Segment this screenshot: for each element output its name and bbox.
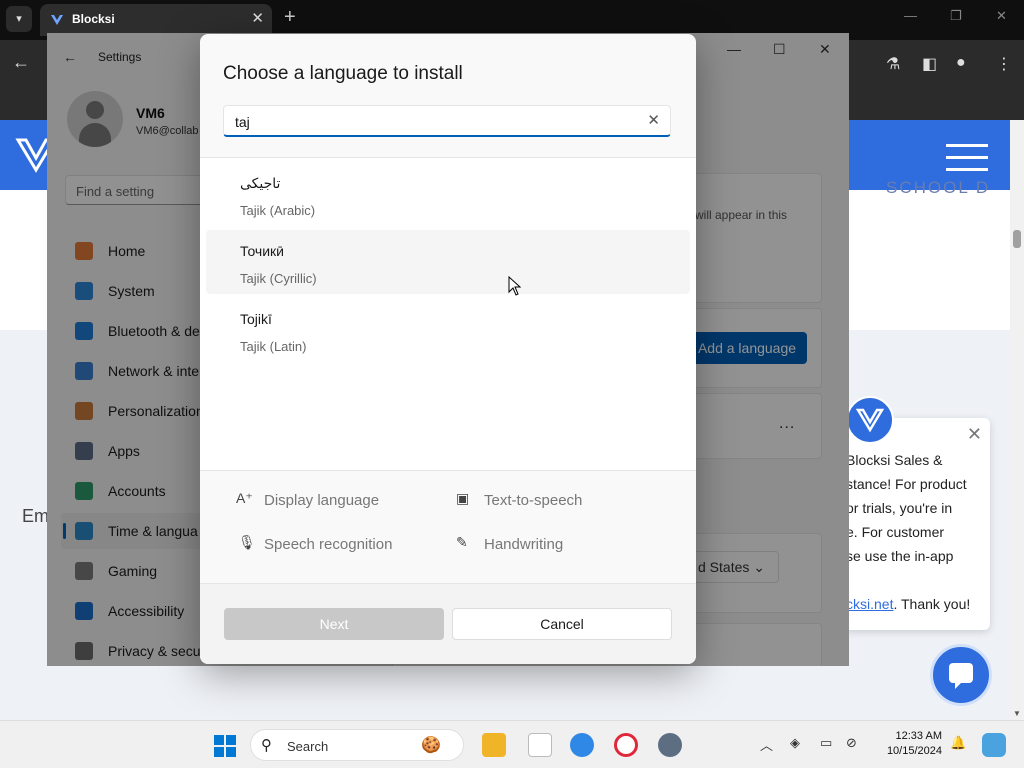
profile-icon[interactable]: ● (956, 54, 966, 72)
language-search-box[interactable]: ✕ (223, 105, 671, 137)
language-search-input[interactable] (235, 112, 635, 132)
scrollbar-thumb[interactable] (1013, 230, 1021, 248)
labs-flask-icon[interactable]: ⚗ (886, 54, 900, 74)
settings-gear-icon[interactable] (658, 733, 682, 757)
microphone-icon: 🎙 (238, 534, 256, 550)
network-off-icon[interactable]: ⊘ (846, 735, 857, 751)
notifications-bell-icon[interactable]: 🔔 (950, 735, 966, 751)
copilot-icon[interactable] (982, 733, 1006, 757)
language-english-name: Tajik (Arabic) (240, 203, 316, 218)
taskbar-clock[interactable]: 12:33 AM 10/15/2024 (874, 729, 942, 759)
language-option-tajik-cyrillic[interactable]: Точикӣ Tajik (Cyrillic) (206, 230, 690, 294)
clock-date: 10/15/2024 (886, 745, 942, 757)
language-native-name: Точикӣ (240, 243, 284, 259)
tab-title: Blocksi (72, 12, 115, 26)
chat-link[interactable]: cksi.net (846, 596, 893, 612)
language-option-tajik-latin[interactable]: Tojikī Tajik (Latin) (206, 298, 690, 362)
start-button[interactable] (214, 735, 236, 757)
browser-menu-icon[interactable]: ⋮ (996, 54, 1012, 74)
chat-avatar (846, 396, 894, 444)
mouse-cursor-icon (508, 276, 522, 296)
feature-display-language: Display language (264, 492, 380, 509)
page-scrollbar[interactable]: ▼ (1010, 120, 1024, 720)
vpn-icon[interactable]: ◈ (790, 735, 800, 751)
side-panel-icon[interactable]: ◧ (922, 54, 937, 74)
new-tab-button[interactable]: + (284, 6, 296, 29)
feature-text-to-speech: Text-to-speech (484, 492, 583, 509)
language-english-name: Tajik (Latin) (240, 339, 307, 354)
notepad-icon[interactable] (528, 733, 552, 757)
clear-search-icon[interactable]: ✕ (647, 111, 660, 129)
blocksi-favicon-icon (51, 15, 63, 25)
language-results-list: تاجیکی Tajik (Arabic) Точикӣ Tajik (Cyri… (200, 157, 696, 471)
opera-icon[interactable] (614, 733, 638, 757)
windows-taskbar: ⚲ Search 🍪 ︿ ◈ ▭ ⊘ 12:33 AM 10/15/2024 🔔 (0, 720, 1024, 768)
tab-close-icon[interactable]: ✕ (251, 9, 264, 27)
chat-launcher-button[interactable] (930, 644, 992, 706)
taskbar-search-label: Search (287, 739, 329, 754)
search-highlight-icon: 🍪 (421, 737, 441, 754)
feature-handwriting: Handwriting (484, 536, 564, 553)
display-language-icon: A⁺ (236, 490, 253, 506)
next-button[interactable]: Next (224, 608, 444, 640)
display-icon[interactable]: ▭ (820, 735, 832, 751)
chat-bubble-icon (949, 663, 973, 689)
page-em-text: Em (22, 506, 49, 526)
tab-search-button[interactable]: ▾ (6, 6, 32, 32)
cancel-button[interactable]: Cancel (452, 608, 672, 640)
browser-restore-icon[interactable]: ❐ (950, 8, 962, 24)
chat-avatar-logo-icon (855, 408, 885, 433)
browser-minimize-icon[interactable]: — (904, 8, 917, 23)
chat-message: Blocksi Sales & stance! For product or t… (846, 452, 971, 612)
chrome-icon[interactable] (570, 733, 594, 757)
dialog-title: Choose a language to install (223, 63, 463, 84)
language-native-name: Tojikī (240, 311, 272, 327)
browser-close-icon[interactable]: ✕ (996, 8, 1007, 24)
hamburger-menu-icon[interactable] (946, 144, 988, 171)
school-district-text: SCHOOL D (886, 178, 991, 197)
file-explorer-icon[interactable] (482, 733, 506, 757)
scroll-down-icon[interactable]: ▼ (1013, 709, 1021, 718)
browser-tab-blocksi[interactable]: Blocksi ✕ (40, 4, 272, 36)
chat-close-icon[interactable]: ✕ (967, 424, 982, 445)
search-icon: ⚲ (261, 737, 272, 754)
browser-back-icon[interactable]: ← (12, 52, 30, 73)
feature-speech-recognition: Speech recognition (264, 536, 393, 553)
language-option-tajik-arabic[interactable]: تاجیکی Tajik (Arabic) (206, 162, 690, 226)
language-english-name: Tajik (Cyrillic) (240, 271, 317, 286)
clock-time: 12:33 AM (895, 730, 942, 742)
handwriting-icon: ✎ (456, 534, 468, 550)
chat-popup: ✕ Blocksi Sales & stance! For product or… (830, 418, 990, 630)
taskbar-search-box[interactable]: ⚲ Search 🍪 (250, 729, 464, 761)
choose-language-dialog: Choose a language to install ✕ تاجیکی Ta… (200, 34, 696, 664)
tray-chevron-up-icon[interactable]: ︿ (760, 735, 773, 754)
dialog-footer: Next Cancel (200, 583, 696, 664)
text-to-speech-icon: ▣ (456, 490, 470, 506)
language-native-name: تاجیکی (240, 175, 281, 191)
